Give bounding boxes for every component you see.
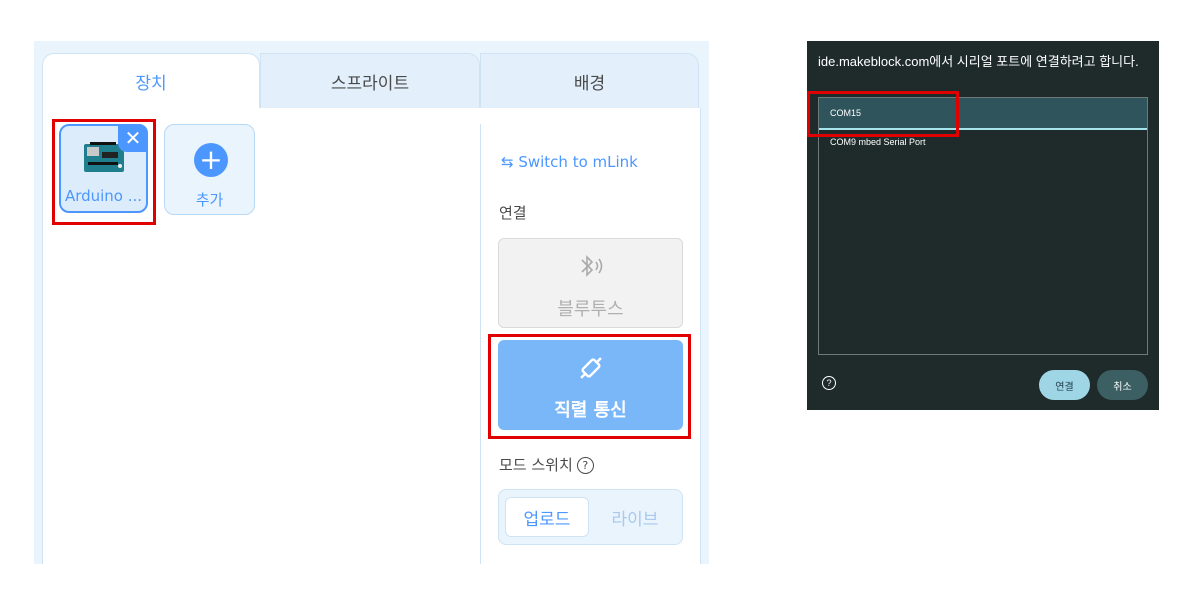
mode-upload-option[interactable]: 업로드 (505, 497, 589, 537)
help-icon[interactable]: ? (576, 457, 594, 474)
bluetooth-button[interactable]: 블루투스 (498, 238, 683, 328)
tab-sprite[interactable]: 스프라이트 (260, 53, 480, 108)
bluetooth-icon (499, 251, 682, 283)
mode-live-option[interactable]: 라이브 (593, 497, 677, 537)
serial-label: 직렬 통신 (554, 400, 627, 421)
mode-toggle: 업로드 라이브 (498, 489, 683, 545)
serial-port-dialog: ide.makeblock.com에서 시리얼 포트에 연결하려고 합니다. C… (807, 41, 1159, 410)
mode-switch-label: 모드 스위치? (499, 454, 594, 475)
tab-device[interactable]: 장치 (42, 53, 260, 108)
device-content: ✕ Arduino ... + 추가 ⇆ Switch to mLink 연결 … (42, 108, 701, 564)
port-list: COM15 COM9 mbed Serial Port (818, 97, 1148, 355)
serial-cable-icon (498, 352, 683, 384)
tab-bar: 스프라이트 배경 장치 (42, 53, 699, 109)
help-icon[interactable]: ? (822, 376, 836, 390)
port-item-com15[interactable]: COM15 (819, 98, 1147, 130)
close-icon[interactable]: ✕ (118, 124, 148, 152)
add-device-button[interactable]: + 추가 (164, 124, 255, 215)
panel-divider (480, 124, 481, 564)
device-label: Arduino ... (64, 187, 143, 205)
device-panel: 스프라이트 배경 장치 ✕ Arduino ... + 추가 ⇆ Switch … (34, 41, 709, 564)
arduino-device-card[interactable]: ✕ Arduino ... (59, 124, 148, 213)
switch-to-mlink-link[interactable]: ⇆ Switch to mLink (501, 153, 638, 171)
serial-connection-button[interactable]: 직렬 통신 (498, 340, 683, 430)
add-label: 추가 (195, 191, 224, 209)
cancel-button[interactable]: 취소 (1097, 370, 1148, 400)
dialog-title: ide.makeblock.com에서 시리얼 포트에 연결하려고 합니다. (818, 54, 1139, 69)
connection-label: 연결 (499, 204, 527, 222)
port-item-com9[interactable]: COM9 mbed Serial Port (819, 130, 1147, 147)
mode-switch-text: 모드 스위치 (499, 456, 573, 474)
plus-icon: + (194, 143, 228, 177)
bluetooth-label: 블루투스 (557, 299, 624, 320)
connect-button[interactable]: 연결 (1039, 370, 1090, 400)
tab-background[interactable]: 배경 (480, 53, 699, 108)
